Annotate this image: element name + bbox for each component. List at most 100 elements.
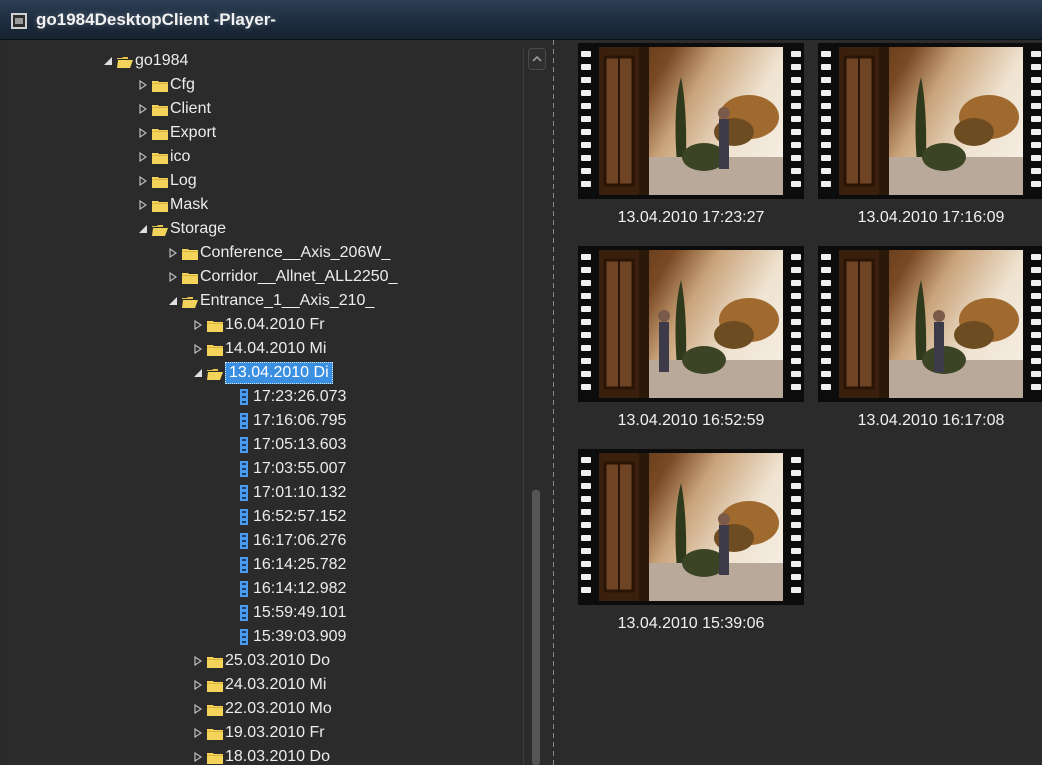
tree-item-label: 18.03.2010 Do: [225, 748, 330, 765]
collapsed-triangle-icon[interactable]: [191, 678, 205, 692]
thumbnail-timestamp: 13.04.2010 17:23:27: [617, 209, 765, 226]
expanded-triangle-icon[interactable]: [136, 222, 150, 236]
video-file-icon: [239, 509, 249, 525]
tree-item[interactable]: Log: [136, 169, 197, 193]
film-strip: [818, 43, 1042, 199]
folder-icon: [152, 223, 168, 236]
scroll-thumb[interactable]: [532, 490, 540, 765]
recording-thumbnail[interactable]: 13.04.2010 17:16:09: [800, 43, 1042, 233]
film-perforations: [581, 457, 591, 597]
pane-splitter[interactable]: [553, 40, 554, 765]
tree-item[interactable]: Corridor__Allnet_ALL2250_: [166, 265, 397, 289]
tree-item[interactable]: 16.04.2010 Fr: [191, 313, 325, 337]
window-title: go1984DesktopClient -Player-: [36, 10, 276, 29]
film-perforations: [581, 51, 591, 191]
tree-item[interactable]: Cfg: [136, 73, 195, 97]
tree-item[interactable]: ico: [136, 145, 190, 169]
tree-item-label: 24.03.2010 Mi: [225, 676, 327, 693]
tree-item[interactable]: 15:39:03.909: [239, 625, 346, 649]
tree-item-label: Conference__Axis_206W_: [200, 244, 391, 261]
recording-thumbnail[interactable]: 13.04.2010 17:23:27: [560, 43, 804, 233]
tree-item[interactable]: 15:59:49.101: [239, 601, 346, 625]
expanded-triangle-icon[interactable]: [191, 366, 205, 380]
film-perforations: [1031, 254, 1041, 394]
expanded-triangle-icon[interactable]: [101, 54, 115, 68]
tree-item[interactable]: 17:16:06.795: [239, 409, 346, 433]
tree-item[interactable]: 17:23:26.073: [239, 385, 346, 409]
folder-icon: [182, 271, 198, 284]
tree-item[interactable]: 16:14:12.982: [239, 577, 346, 601]
tree-item[interactable]: 22.03.2010 Mo: [191, 697, 332, 721]
film-camera-icon: [11, 13, 27, 29]
tree-item[interactable]: Storage: [136, 217, 226, 241]
tree-item-label: 17:03:55.007: [253, 460, 347, 477]
tree-item[interactable]: Entrance_1__Axis_210_: [166, 289, 374, 313]
recording-thumbnail[interactable]: 13.04.2010 15:39:06: [560, 449, 804, 639]
collapsed-triangle-icon[interactable]: [136, 150, 150, 164]
folder-icon: [182, 247, 198, 260]
tree-item[interactable]: 17:01:10.132: [239, 481, 346, 505]
tree-item[interactable]: 16:17:06.276: [239, 529, 346, 553]
scroll-up-button[interactable]: [528, 48, 546, 70]
tree-item[interactable]: 25.03.2010 Do: [191, 649, 330, 673]
folder-tree[interactable]: go1984 Cfg Client Export ico Log Mask Storage Co…: [6, 40, 552, 765]
collapsed-triangle-icon[interactable]: [191, 318, 205, 332]
tree-item[interactable]: 24.03.2010 Mi: [191, 673, 326, 697]
camera-snapshot: [599, 47, 783, 195]
video-file-icon: [239, 389, 249, 405]
tree-item-label: Entrance_1__Axis_210_: [200, 292, 375, 309]
tree-item[interactable]: 18.03.2010 Do: [191, 745, 330, 765]
film-perforations: [821, 254, 831, 394]
tree-item[interactable]: Conference__Axis_206W_: [166, 241, 390, 265]
collapsed-triangle-icon[interactable]: [136, 126, 150, 140]
recording-thumbnail[interactable]: 13.04.2010 16:52:59: [560, 246, 804, 436]
tree-scrollbar[interactable]: [523, 48, 547, 765]
tree-item-label: 19.03.2010 Fr: [225, 724, 325, 741]
tree-item-label: 17:05:13.603: [253, 436, 347, 453]
tree-item-label: 16:52:57.152: [253, 508, 347, 525]
tree-item[interactable]: Mask: [136, 193, 208, 217]
tree-item[interactable]: 19.03.2010 Fr: [191, 721, 325, 745]
tree-item-label: 14.04.2010 Mi: [225, 340, 327, 357]
tree-item[interactable]: 16:52:57.152: [239, 505, 346, 529]
tree-item[interactable]: Export: [136, 121, 216, 145]
thumbnail-timestamp: 13.04.2010 16:52:59: [617, 412, 765, 429]
expanded-triangle-icon[interactable]: [166, 294, 180, 308]
tree-item-label: Log: [170, 172, 197, 189]
tree-item[interactable]: go1984: [101, 49, 188, 73]
tree-item-label: Cfg: [170, 76, 195, 93]
collapsed-triangle-icon[interactable]: [166, 270, 180, 284]
tree-item[interactable]: Client: [136, 97, 211, 121]
collapsed-triangle-icon[interactable]: [166, 246, 180, 260]
film-perforations: [581, 254, 591, 394]
tree-item[interactable]: 17:03:55.007: [239, 457, 346, 481]
tree-item-label: 15:39:03.909: [253, 628, 347, 645]
tree-item-label: Client: [170, 100, 211, 117]
tree-item[interactable]: 16:14:25.782: [239, 553, 346, 577]
tree-item-label: 17:16:06.795: [253, 412, 347, 429]
collapsed-triangle-icon[interactable]: [136, 198, 150, 212]
collapsed-triangle-icon[interactable]: [191, 702, 205, 716]
collapsed-triangle-icon[interactable]: [191, 750, 205, 764]
tree-item[interactable]: 17:05:13.603: [239, 433, 346, 457]
camera-snapshot: [839, 47, 1023, 195]
camera-snapshot: [599, 250, 783, 398]
folder-icon: [207, 655, 223, 668]
collapsed-triangle-icon[interactable]: [136, 78, 150, 92]
collapsed-triangle-icon[interactable]: [191, 342, 205, 356]
folder-icon: [152, 199, 168, 212]
tree-item[interactable]: 14.04.2010 Mi: [191, 337, 326, 361]
recording-thumbnail[interactable]: 13.04.2010 16:17:08: [800, 246, 1042, 436]
tree-item-label: 22.03.2010 Mo: [225, 700, 332, 717]
chevron-up-icon: [532, 55, 542, 62]
film-perforations: [1031, 51, 1041, 191]
folder-icon: [182, 295, 198, 308]
collapsed-triangle-icon[interactable]: [136, 174, 150, 188]
folder-icon: [207, 679, 223, 692]
collapsed-triangle-icon[interactable]: [191, 654, 205, 668]
tree-item[interactable]: 13.04.2010 Di: [191, 361, 333, 385]
video-file-icon: [239, 413, 249, 429]
collapsed-triangle-icon[interactable]: [136, 102, 150, 116]
collapsed-triangle-icon[interactable]: [191, 726, 205, 740]
thumbnail-timestamp: 13.04.2010 15:39:06: [617, 615, 765, 632]
